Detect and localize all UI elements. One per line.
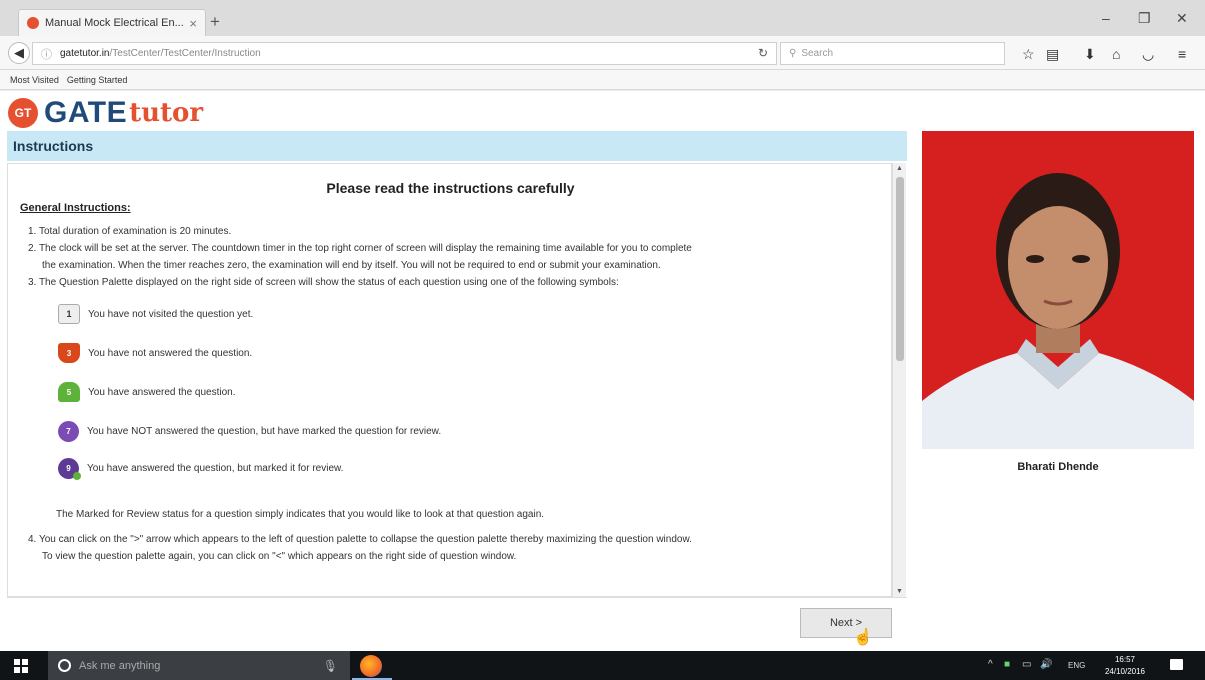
back-arrow-icon[interactable]: ◀ (8, 42, 30, 64)
tray-chevron-icon[interactable]: ^ (988, 659, 993, 670)
maximize-icon[interactable]: ❐ (1138, 10, 1151, 27)
symbol-text: You have not visited the question yet. (88, 308, 254, 320)
search-placeholder: Search (801, 48, 834, 59)
url-path: /TestCenter/TestCenter/Instruction (109, 48, 261, 59)
language-indicator[interactable]: ENG (1068, 661, 1085, 670)
logo-tutor: tutor (129, 98, 204, 128)
scroll-thumb[interactable] (896, 177, 904, 361)
instructions-header: Instructions (7, 131, 907, 161)
not-visited-symbol-icon: 1 (58, 304, 80, 324)
clock-time: 16:57 (1114, 655, 1136, 664)
symbol-answered-row: 5 You have answered the question. (58, 382, 236, 402)
candidate-name: Bharati Dhende (1017, 461, 1099, 473)
tray-app-icon[interactable]: ■ (1004, 659, 1010, 670)
instructions-heading: Please read the instructions carefully (326, 180, 575, 196)
reload-icon[interactable]: ↻ (758, 46, 768, 60)
windows-taskbar: Ask me anything 🎙 ^ ■ ▭ 🔊 ENG 16:57 24/1… (0, 651, 1205, 680)
clock[interactable]: 16:57 24/10/2016 (1100, 654, 1150, 678)
tab-title: Manual Mock Electrical En... (45, 17, 184, 29)
minimize-icon[interactable]: – (1102, 10, 1110, 26)
instruction-item-2a: 2. The clock will be set at the server. … (28, 243, 692, 254)
not-answered-symbol-icon: 3 (58, 343, 80, 363)
logo-badge: GT (8, 98, 38, 128)
browser-titlebar: Manual Mock Electrical En... × + – ❐ ✕ (0, 0, 1205, 36)
new-tab-button[interactable]: + (210, 12, 220, 32)
browser-search-input[interactable]: ⚲ Search (780, 42, 1005, 65)
cortana-search-box[interactable]: Ask me anything 🎙 (48, 651, 350, 680)
instruction-item-4a: 4. You can click on the ">" arrow which … (28, 534, 692, 545)
symbol-answered-marked-row: 9 You have answered the question, but ma… (58, 458, 344, 480)
favicon-icon (27, 17, 39, 29)
browser-navbar: ◀ ⓘ gatetutor.in /TestCenter/TestCenter/… (0, 36, 1205, 70)
instruction-item-4b: To view the question palette again, you … (42, 551, 517, 562)
bookmark-star-icon[interactable]: ☆ (1022, 46, 1035, 63)
symbol-not-visited-row: 1 You have not visited the question yet. (58, 304, 253, 324)
windows-start-icon[interactable] (14, 659, 28, 673)
bookmark-getting-started[interactable]: Getting Started (67, 75, 128, 85)
downloads-icon[interactable]: ⬇ (1084, 46, 1096, 63)
close-window-icon[interactable]: ✕ (1176, 10, 1188, 27)
clock-date: 24/10/2016 (1104, 667, 1146, 676)
symbol-text: You have answered the question, but mark… (87, 463, 344, 474)
scroll-down-icon[interactable]: ▼ (896, 588, 903, 595)
pocket-icon[interactable]: ◡ (1142, 46, 1154, 63)
gatetutor-logo: GT GATE tutor (8, 96, 203, 130)
bookmarks-menu-icon[interactable]: ▤ (1046, 46, 1059, 63)
firefox-icon[interactable] (360, 655, 382, 677)
volume-icon[interactable]: 🔊 (1040, 659, 1052, 670)
symbol-text: You have not answered the question. (88, 347, 253, 359)
network-icon[interactable]: ▭ (1022, 659, 1031, 670)
menu-icon[interactable]: ≡ (1178, 46, 1186, 62)
instruction-item-3: 3. The Question Palette displayed on the… (28, 277, 619, 288)
next-button[interactable]: Next > (800, 608, 892, 638)
candidate-photo (922, 131, 1194, 449)
symbol-not-answered-row: 3 You have not answered the question. (58, 343, 252, 363)
answered-marked-symbol-icon: 9 (58, 458, 81, 480)
symbol-marked-review-row: 7 You have NOT answered the question, bu… (58, 421, 441, 442)
instructions-panel[interactable]: Please read the instructions carefully G… (7, 163, 892, 597)
browser-tab[interactable]: Manual Mock Electrical En... × (18, 9, 206, 36)
bookmarks-bar: Most Visited Getting Started (0, 70, 1205, 90)
symbol-text: You have answered the question. (88, 386, 236, 398)
cortana-placeholder: Ask me anything (79, 659, 161, 672)
info-icon[interactable]: ⓘ (41, 46, 52, 62)
hand-cursor-icon: ☝ (853, 629, 873, 646)
instructions-scrollbar[interactable]: ▲ ▼ (892, 163, 906, 597)
scroll-up-icon[interactable]: ▲ (896, 165, 903, 172)
notification-icon[interactable] (1170, 659, 1183, 670)
cortana-icon (58, 659, 71, 672)
symbol-number: 9 (66, 464, 71, 473)
microphone-icon[interactable]: 🎙 (323, 659, 338, 673)
page-content: GT GATE tutor Instructions Please read t… (0, 91, 1205, 651)
url-domain: gatetutor.in (60, 48, 110, 59)
answered-symbol-icon: 5 (58, 382, 80, 402)
check-icon (73, 472, 81, 480)
home-icon[interactable]: ⌂ (1112, 46, 1120, 62)
bookmark-most-visited[interactable]: Most Visited (10, 75, 59, 85)
symbol-text: You have NOT answered the question, but … (87, 426, 442, 437)
marked-review-symbol-icon: 7 (58, 421, 79, 442)
candidate-photo-image (922, 131, 1194, 449)
marked-review-note: The Marked for Review status for a quest… (56, 509, 545, 520)
footer-divider (7, 597, 907, 598)
general-instructions-title: General Instructions: (20, 202, 131, 214)
logo-gate: GATE (44, 96, 128, 129)
tab-close-icon[interactable]: × (189, 16, 197, 31)
url-bar[interactable]: ⓘ gatetutor.in /TestCenter/TestCenter/In… (32, 42, 777, 65)
search-icon: ⚲ (789, 48, 797, 59)
instruction-item-2b: the examination. When the timer reaches … (42, 260, 661, 271)
instruction-item-1: 1. Total duration of examination is 20 m… (28, 226, 232, 237)
